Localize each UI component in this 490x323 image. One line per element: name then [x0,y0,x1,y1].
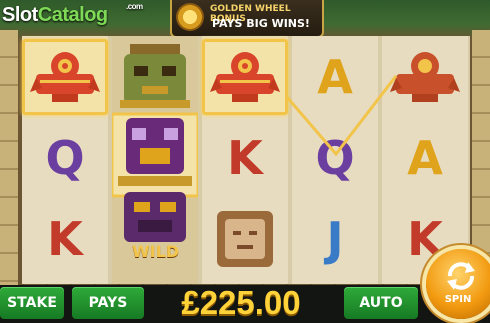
letter-symbol: K [407,212,443,266]
golden-wheel-icon [176,3,204,31]
letter-symbol: K [227,131,263,185]
symbol-j: J [292,201,378,277]
spin-arrows-icon [447,262,475,290]
logo-text-slot: Slot [2,4,38,26]
reels-grid: Q K WILD K A Q J A K [22,36,470,284]
reel-5: A K [382,36,468,284]
wild-label: WILD [132,242,180,261]
bonus-banner: GOLDEN WHEEL BONUS PAYS BIG WINS! [170,0,324,38]
reel-4: A Q J [292,36,378,284]
right-stone-pillar [472,30,490,286]
symbol-a: A [292,39,378,115]
symbol-k: K [202,120,288,196]
slotcatalog-logo: SlotCatalog .com [2,2,143,27]
reel-1: Q K [22,36,108,284]
thunderbird-icon [390,52,460,102]
thunderbird-icon [210,52,280,102]
reel-3: K [202,36,288,284]
letter-symbol: Q [315,131,355,185]
spin-label: SPIN [444,294,472,305]
symbol-stone-face-icon [202,201,288,277]
logo-text-catalog: Catalog [37,4,108,26]
letter-symbol: Q [45,131,85,185]
left-stone-pillar [0,30,18,286]
symbol-a: A [382,120,468,196]
symbol-q: Q [292,120,378,196]
letter-symbol: K [47,212,83,266]
pays-button[interactable]: PAYS [72,287,144,319]
spin-button[interactable]: SPIN [426,249,490,319]
thunderbird-icon [30,52,100,102]
symbol-bird-icon [382,39,468,115]
symbol-bird-icon [22,39,108,115]
slot-game-screen: SlotCatalog .com GOLDEN WHEEL BONUS PAYS… [0,0,490,323]
symbol-k: K [22,201,108,277]
auto-button[interactable]: AUTO [344,287,418,319]
stake-button[interactable]: STAKE [0,287,64,319]
letter-symbol: A [407,131,443,185]
symbol-bird-icon [202,39,288,115]
win-amount: £225.00 [181,284,301,321]
letter-symbol: J [326,212,344,266]
banner-subtitle: PAYS BIG WINS! [212,17,310,30]
reel-2: WILD [112,36,198,284]
stone-face-icon [217,211,273,267]
letter-symbol: A [317,50,353,104]
logo-suffix: .com [126,2,143,11]
symbol-q: Q [22,120,108,196]
